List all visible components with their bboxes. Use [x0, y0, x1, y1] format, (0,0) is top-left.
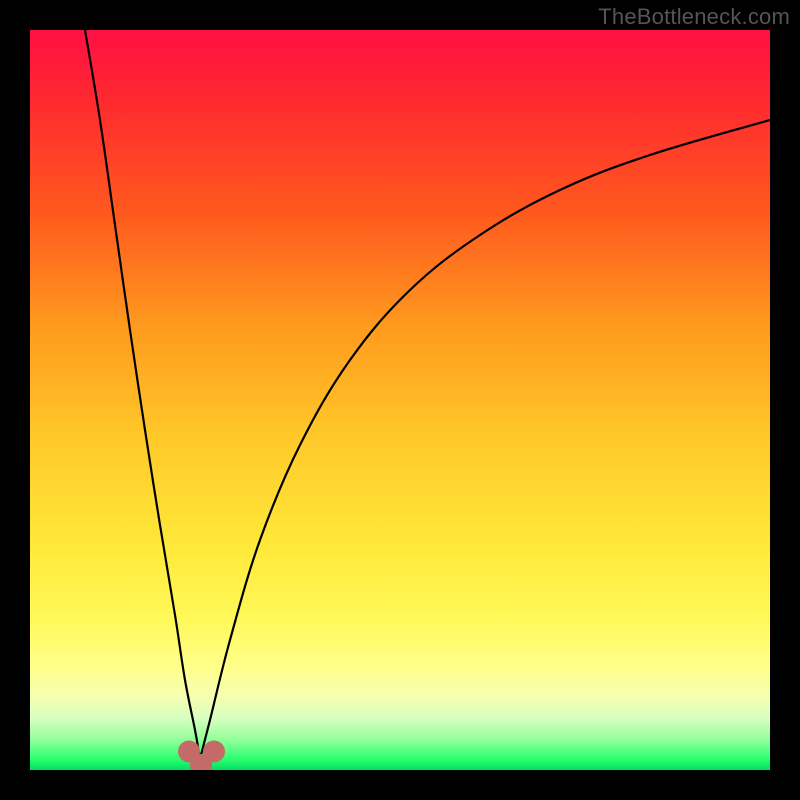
watermark-text: TheBottleneck.com — [598, 4, 790, 30]
curve-layer — [30, 30, 770, 770]
valley-marker — [178, 741, 225, 771]
stage: TheBottleneck.com — [0, 0, 800, 800]
bottleneck-curve — [85, 30, 770, 762]
plot-area — [30, 30, 770, 770]
